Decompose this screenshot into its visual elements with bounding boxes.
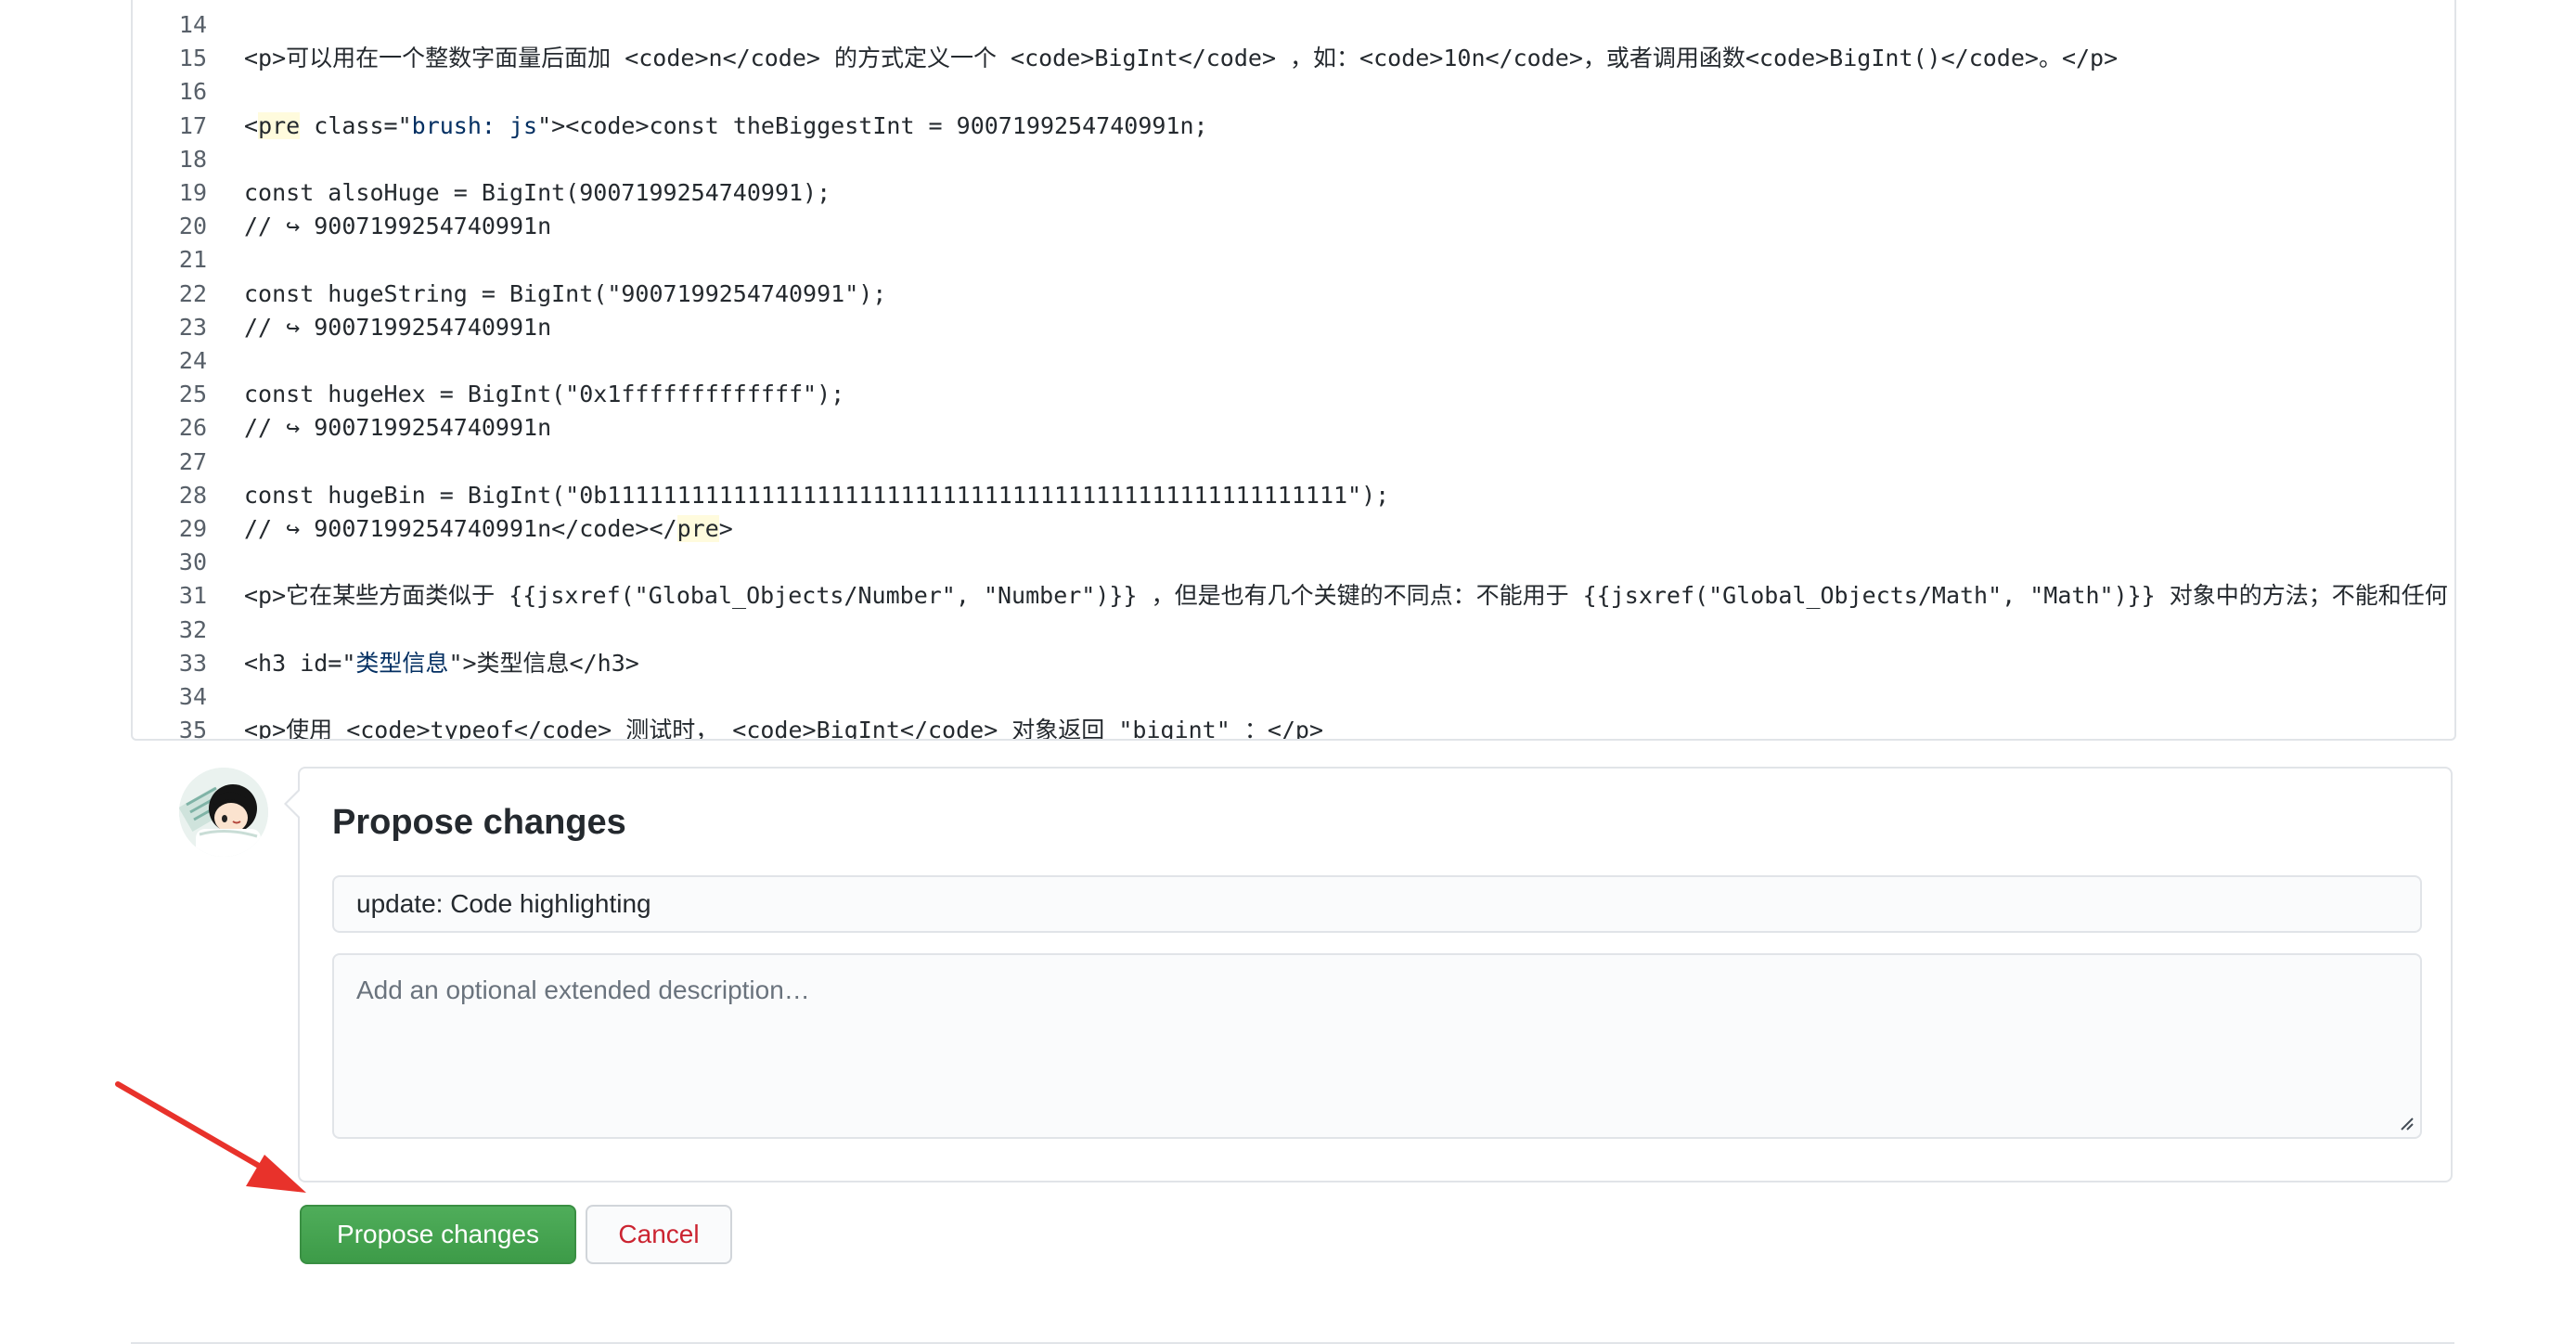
line-content[interactable]: const hugeString = BigInt("9007199254740… — [244, 278, 886, 311]
code-text: <p>它在某些方面类似于 {{jsxref("Global_Objects/Nu… — [244, 582, 2448, 610]
red-arrow-icon — [115, 1081, 306, 1193]
code-text: <p>可以用在一个整数字面量后面加 <code>n</code> 的方式定义一个… — [244, 45, 2119, 72]
propose-changes-button[interactable]: Propose changes — [300, 1205, 576, 1264]
code-line[interactable]: 35 <p>使用 <code>typeof</code> 测试时， <code>B… — [133, 714, 2454, 741]
code-text: ">类型信息</h3> — [448, 649, 639, 677]
code-line[interactable]: 26// ↪ 9007199254740991n — [133, 411, 2454, 445]
code-line[interactable]: 18 — [133, 143, 2454, 176]
code-text: "><code>const theBiggestInt = 9007199254… — [537, 111, 1208, 139]
line-content[interactable]: <p>它在某些方面类似于 {{jsxref("Global_Objects/Nu… — [244, 579, 2454, 613]
code-line[interactable]: 25 const hugeHex = BigInt("0x1fffffffffff… — [133, 378, 2454, 411]
code-line[interactable]: 23// ↪ 9007199254740991n — [133, 311, 2454, 344]
syntax-token: pre — [676, 515, 719, 542]
cancel-button[interactable]: Cancel — [586, 1205, 732, 1264]
code-line[interactable]: 24 — [133, 344, 2454, 378]
code-text: > — [718, 515, 733, 542]
code-text: const hugeHex = BigInt("0x1fffffffffffff… — [244, 381, 845, 408]
resize-grip-icon[interactable] — [2398, 1115, 2415, 1131]
propose-changes-title: Propose changes — [332, 803, 626, 842]
code-line[interactable]: 14 — [133, 8, 2454, 42]
code-editor[interactable]: 14 15 <p>可以用在一个整数字面量后面加 <code>n</code> 的方式… — [131, 0, 2456, 741]
syntax-token: brush: js — [411, 111, 538, 139]
line-content[interactable]: <p>使用 <code>typeof</code> 测试时， <code>Big… — [244, 714, 1324, 741]
line-content[interactable]: const hugeHex = BigInt("0x1fffffffffffff… — [244, 378, 844, 411]
code-line[interactable]: 21 — [133, 243, 2454, 277]
line-content[interactable]: const hugeBin = BigInt("0b11111111111111… — [244, 479, 1389, 512]
code-text: const hugeString = BigInt("9007199254740… — [244, 279, 887, 307]
code-line[interactable]: 22 const hugeString = BigInt("90071992547… — [133, 278, 2454, 311]
extended-description-textarea[interactable] — [332, 953, 2422, 1139]
code-line[interactable]: 30 — [133, 546, 2454, 579]
code-line[interactable]: 17 <pre class="brush: js"><code>const the… — [133, 110, 2454, 143]
line-content[interactable]: <p>可以用在一个整数字面量后面加 <code>n</code> 的方式定义一个… — [244, 42, 2118, 75]
code-text: <p>使用 <code>typeof</code> 测试时， <code>Big… — [244, 717, 1324, 741]
syntax-token: 类型信息 — [355, 649, 449, 677]
commit-summary-input[interactable] — [332, 875, 2422, 933]
code-line[interactable]: 19 const alsoHuge = BigInt(90071992547409… — [133, 176, 2454, 210]
code-line[interactable]: 33 <h3 id="类型信息">类型信息</h3> — [133, 647, 2454, 680]
code-line[interactable]: 15 <p>可以用在一个整数字面量后面加 <code>n</code> 的方式定义… — [133, 42, 2454, 75]
code-line[interactable]: 27 — [133, 446, 2454, 479]
code-line[interactable]: 29// ↪ 9007199254740991n</code></pre> — [133, 512, 2454, 546]
code-line[interactable]: 20// ↪ 9007199254740991n — [133, 210, 2454, 243]
code-line[interactable]: 32 — [133, 614, 2454, 647]
code-line[interactable]: 28 const hugeBin = BigInt("0b111111111111… — [133, 479, 2454, 512]
code-line[interactable]: 31 <p>它在某些方面类似于 {{jsxref("Global_Objects/… — [133, 579, 2454, 613]
code-text: const hugeBin = BigInt("0b11111111111111… — [244, 481, 1390, 509]
line-content[interactable]: <pre class="brush: js"><code>const theBi… — [244, 110, 1208, 143]
propose-changes-panel: Propose changes — [298, 767, 2453, 1182]
code-line[interactable]: 34 — [133, 680, 2454, 714]
code-line[interactable]: 16 — [133, 75, 2454, 109]
